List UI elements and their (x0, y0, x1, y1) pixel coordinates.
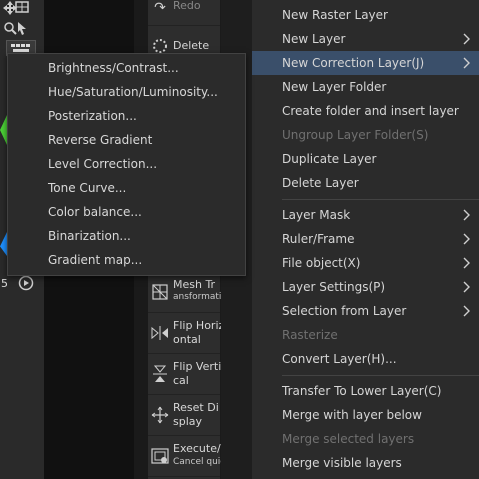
reset-display-button[interactable]: Reset Di splay (148, 395, 220, 436)
menu-item-new-raster-layer[interactable]: New Raster Layer (252, 3, 479, 27)
flip-horizontal-button[interactable]: Flip Horiz ontal (148, 313, 224, 354)
chevron-right-icon (463, 57, 470, 69)
execute-icon (150, 446, 170, 466)
submenu-item-brightness-contrast[interactable]: Brightness/Contrast... (8, 56, 245, 80)
flip-horizontal-icon (150, 323, 170, 343)
layer-move-icon[interactable] (12, 0, 32, 17)
flip-vertical-button[interactable]: Flip Verti cal (148, 354, 221, 395)
chevron-right-icon (463, 233, 470, 245)
menu-item-merge-with-layer-below[interactable]: Merge with layer below (252, 403, 479, 427)
menu-item-create-folder-insert-layer[interactable]: Create folder and insert layer (252, 99, 479, 123)
reset-display-icon (150, 405, 170, 425)
redo-button[interactable]: ↷ Redo (148, 0, 220, 26)
menu-separator (282, 199, 479, 200)
submenu-item-posterization[interactable]: Posterization... (8, 104, 245, 128)
menu-item-layer-mask[interactable]: Layer Mask (252, 203, 479, 227)
chevron-right-icon (463, 209, 470, 221)
green-color-marker-icon (0, 115, 7, 145)
mesh-transformation-button[interactable]: Mesh Tr ansformatio (148, 272, 227, 313)
submenu-item-reverse-gradient[interactable]: Reverse Gradient (8, 128, 245, 152)
menu-item-layer-settings[interactable]: Layer Settings(P) (252, 275, 479, 299)
correction-layer-submenu: Brightness/Contrast... Hue/Saturation/Lu… (7, 53, 246, 276)
menu-separator (282, 375, 479, 376)
submenu-item-level-correction[interactable]: Level Correction... (8, 152, 245, 176)
menu-item-ruler-frame[interactable]: Ruler/Frame (252, 227, 479, 251)
submenu-item-tone-curve[interactable]: Tone Curve... (8, 176, 245, 200)
chevron-right-icon (463, 257, 470, 269)
menu-item-merge-visible-layers[interactable]: Merge visible layers (252, 451, 479, 475)
submenu-item-gradient-map[interactable]: Gradient map... (8, 248, 245, 272)
menu-item-convert-layer[interactable]: Convert Layer(H)... (252, 347, 479, 371)
menu-item-transfer-to-lower-layer[interactable]: Transfer To Lower Layer(C) (252, 379, 479, 403)
blue-color-marker-icon (0, 232, 7, 256)
redo-icon: ↷ (154, 0, 166, 16)
play-icon[interactable] (16, 273, 36, 293)
layer-context-menu: New Raster Layer New Layer New Correctio… (252, 0, 479, 479)
menu-item-rasterize[interactable]: Rasterize (252, 323, 479, 347)
chevron-right-icon (463, 281, 470, 293)
number-label: 5 (1, 277, 8, 290)
menu-item-new-layer[interactable]: New Layer (252, 27, 479, 51)
mesh-transform-icon (150, 282, 170, 302)
chevron-right-icon (463, 305, 470, 317)
submenu-item-binarization[interactable]: Binarization... (8, 224, 245, 248)
select-arrow-icon[interactable] (12, 18, 32, 38)
menu-item-delete-layer[interactable]: Delete Layer (252, 171, 479, 195)
execute-cancel-button[interactable]: Execute/ Cancel quic (148, 436, 225, 477)
menu-item-ungroup-layer-folder[interactable]: Ungroup Layer Folder(S) (252, 123, 479, 147)
flip-vertical-icon (150, 364, 170, 384)
menu-item-merge-selected-layers[interactable]: Merge selected layers (252, 427, 479, 451)
menu-item-new-layer-folder[interactable]: New Layer Folder (252, 75, 479, 99)
menu-item-file-object[interactable]: File object(X) (252, 251, 479, 275)
submenu-item-hue-saturation-luminosity[interactable]: Hue/Saturation/Luminosity... (8, 80, 245, 104)
submenu-item-color-balance[interactable]: Color balance... (8, 200, 245, 224)
menu-item-new-correction-layer[interactable]: New Correction Layer(J) (252, 51, 479, 75)
menu-item-selection-from-layer[interactable]: Selection from Layer (252, 299, 479, 323)
menu-item-duplicate-layer[interactable]: Duplicate Layer (252, 147, 479, 171)
chevron-right-icon (463, 33, 470, 45)
